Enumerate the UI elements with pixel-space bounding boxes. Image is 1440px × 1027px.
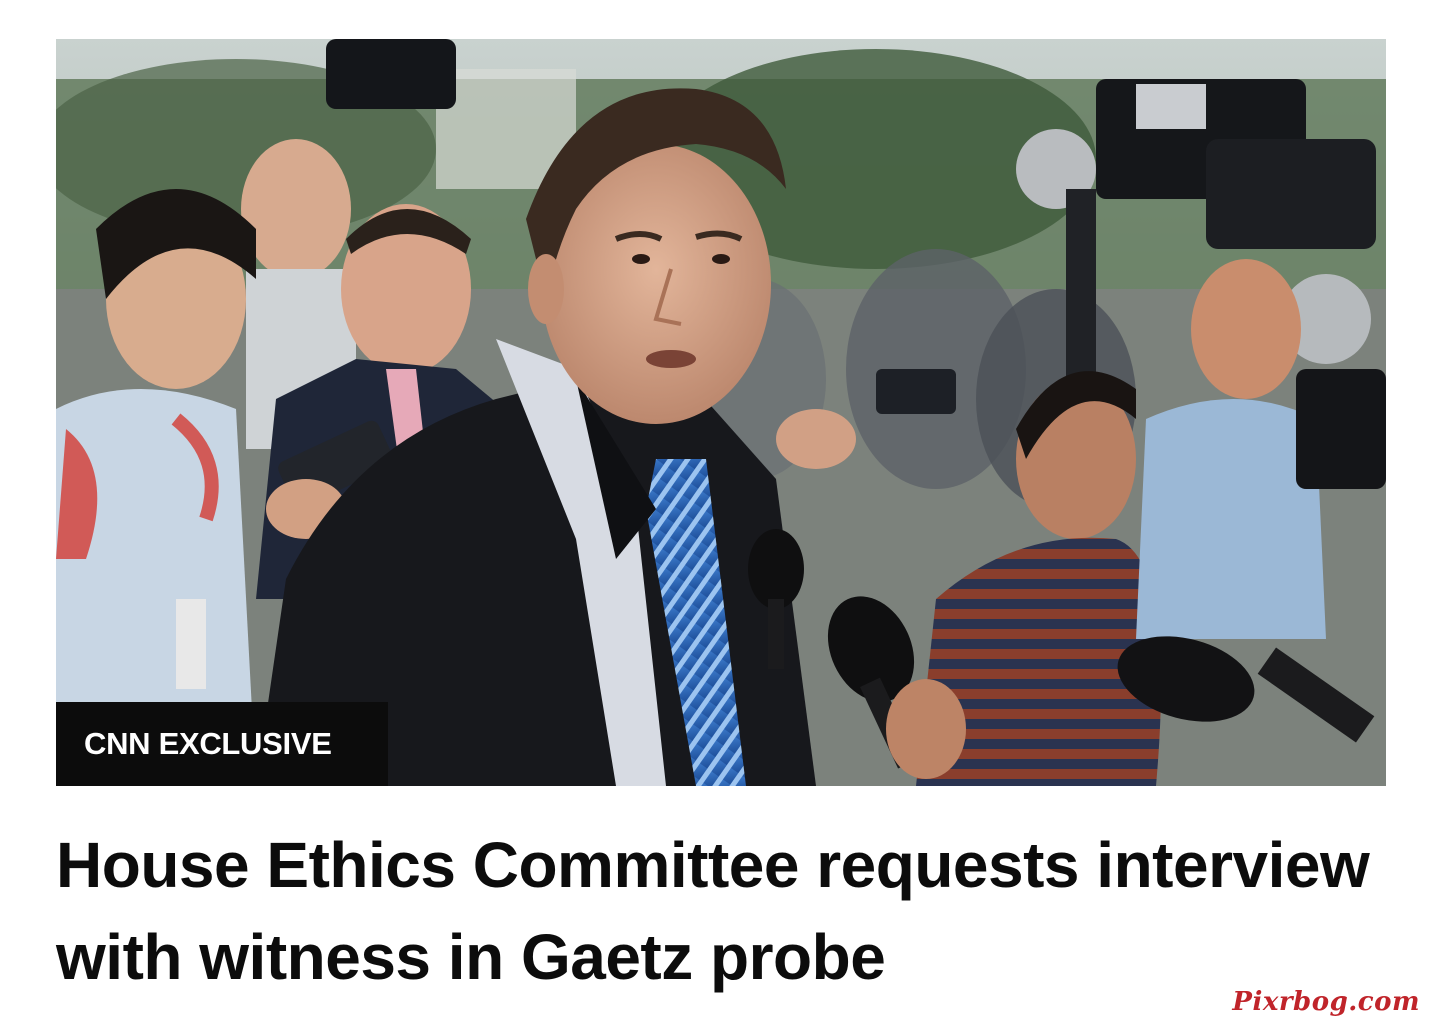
story-card[interactable]: CNN EXCLUSIVE House Ethics Committee req… xyxy=(56,39,1386,999)
hero-image[interactable]: CNN EXCLUSIVE xyxy=(56,39,1386,786)
press-scrum-photo-icon xyxy=(56,39,1386,786)
watermark-logo: Pixrbog.com xyxy=(1232,987,1420,1017)
exclusive-badge: CNN EXCLUSIVE xyxy=(56,702,388,786)
headline-link[interactable]: House Ethics Committee requests intervie… xyxy=(56,819,1386,1003)
